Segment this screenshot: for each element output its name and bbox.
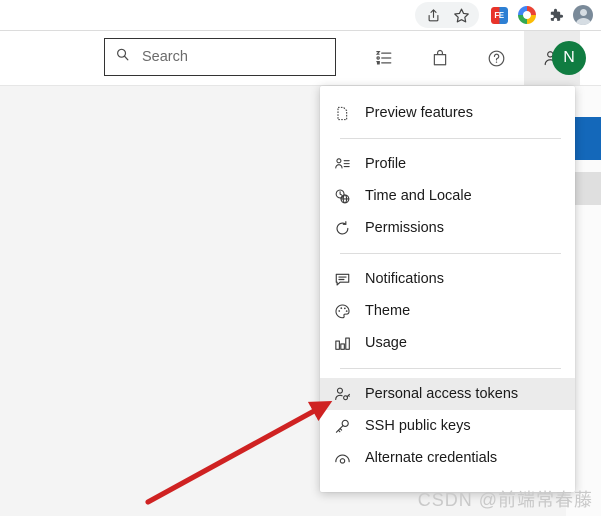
menu-divider bbox=[340, 253, 561, 254]
menu-item-label: Personal access tokens bbox=[365, 386, 519, 402]
avatar[interactable]: N bbox=[552, 41, 586, 75]
menu-item-profile[interactable]: Profile bbox=[320, 148, 575, 180]
extension-fe-badge: FE bbox=[490, 6, 508, 24]
menu-item-preview-features[interactable]: Preview features bbox=[320, 97, 575, 129]
theme-palette-icon bbox=[334, 300, 358, 322]
google-ring-shape bbox=[518, 6, 536, 24]
menu-item-label: Alternate credentials bbox=[365, 450, 498, 466]
profile-person-list-icon bbox=[334, 153, 358, 175]
search-icon bbox=[115, 47, 130, 67]
usage-bar-chart-icon bbox=[334, 332, 358, 354]
menu-item-label: SSH public keys bbox=[365, 418, 471, 434]
menu-divider bbox=[340, 138, 561, 139]
ssh-key-icon bbox=[334, 415, 358, 437]
extension-fe-icon[interactable]: FE bbox=[485, 2, 513, 28]
browser-profile-avatar[interactable] bbox=[569, 2, 597, 28]
bookmark-star-icon[interactable] bbox=[447, 2, 475, 28]
menu-divider bbox=[340, 368, 561, 369]
menu-item-ssh-public-keys[interactable]: SSH public keys bbox=[320, 410, 575, 442]
menu-group: Personal access tokens SSH public keys A… bbox=[320, 378, 575, 474]
browser-toolbar-icons: FE bbox=[415, 0, 597, 30]
menu-item-label: Notifications bbox=[365, 271, 444, 287]
menu-item-alternate-credentials[interactable]: Alternate credentials bbox=[320, 442, 575, 474]
personal-access-token-key-icon bbox=[334, 383, 358, 405]
menu-item-label: Time and Locale bbox=[365, 188, 472, 204]
menu-item-label: Usage bbox=[365, 335, 407, 351]
search-placeholder-text: Search bbox=[142, 49, 188, 65]
menu-item-notifications[interactable]: Notifications bbox=[320, 263, 575, 295]
menu-item-label: Profile bbox=[365, 156, 407, 172]
user-settings-dropdown-menu: Preview features Profile Time and Locale… bbox=[320, 86, 575, 492]
browser-profile-avatar-shape bbox=[573, 5, 593, 25]
app-header-bar: Search N bbox=[0, 31, 601, 86]
header-action-group: N bbox=[356, 31, 586, 85]
permissions-refresh-icon bbox=[334, 217, 358, 239]
preview-page-icon bbox=[334, 102, 358, 124]
share-icon[interactable] bbox=[419, 2, 447, 28]
browser-action-pill bbox=[415, 2, 479, 28]
menu-item-permissions[interactable]: Permissions bbox=[320, 212, 575, 244]
notifications-bubble-icon bbox=[334, 268, 358, 290]
search-input[interactable]: Search bbox=[104, 38, 336, 76]
primary-action-button[interactable] bbox=[572, 117, 601, 160]
marketplace-bag-icon[interactable] bbox=[412, 31, 468, 85]
browser-toolbar: FE bbox=[0, 0, 601, 31]
menu-item-personal-access-tokens[interactable]: Personal access tokens bbox=[320, 378, 575, 410]
menu-item-usage[interactable]: Usage bbox=[320, 327, 575, 359]
menu-top-spacer bbox=[320, 86, 575, 97]
menu-item-theme[interactable]: Theme bbox=[320, 295, 575, 327]
menu-group: Notifications Theme Usage bbox=[320, 263, 575, 359]
menu-item-label: Preview features bbox=[365, 105, 473, 121]
menu-group: Preview features bbox=[320, 97, 575, 129]
menu-group: Profile Time and Locale Permissions bbox=[320, 148, 575, 244]
content-row-strip bbox=[572, 172, 601, 205]
time-locale-clock-globe-icon bbox=[334, 185, 358, 207]
menu-item-label: Permissions bbox=[365, 220, 444, 236]
puzzle-extensions-icon[interactable] bbox=[541, 2, 569, 28]
google-ring-icon[interactable] bbox=[513, 2, 541, 28]
menu-item-label: Theme bbox=[365, 303, 411, 319]
work-items-icon[interactable] bbox=[356, 31, 412, 85]
menu-item-time-and-locale[interactable]: Time and Locale bbox=[320, 180, 575, 212]
watermark-text: CSDN @前端常春藤 bbox=[417, 490, 593, 510]
help-circle-icon[interactable] bbox=[468, 31, 524, 85]
alternate-credentials-eye-icon bbox=[334, 447, 358, 469]
